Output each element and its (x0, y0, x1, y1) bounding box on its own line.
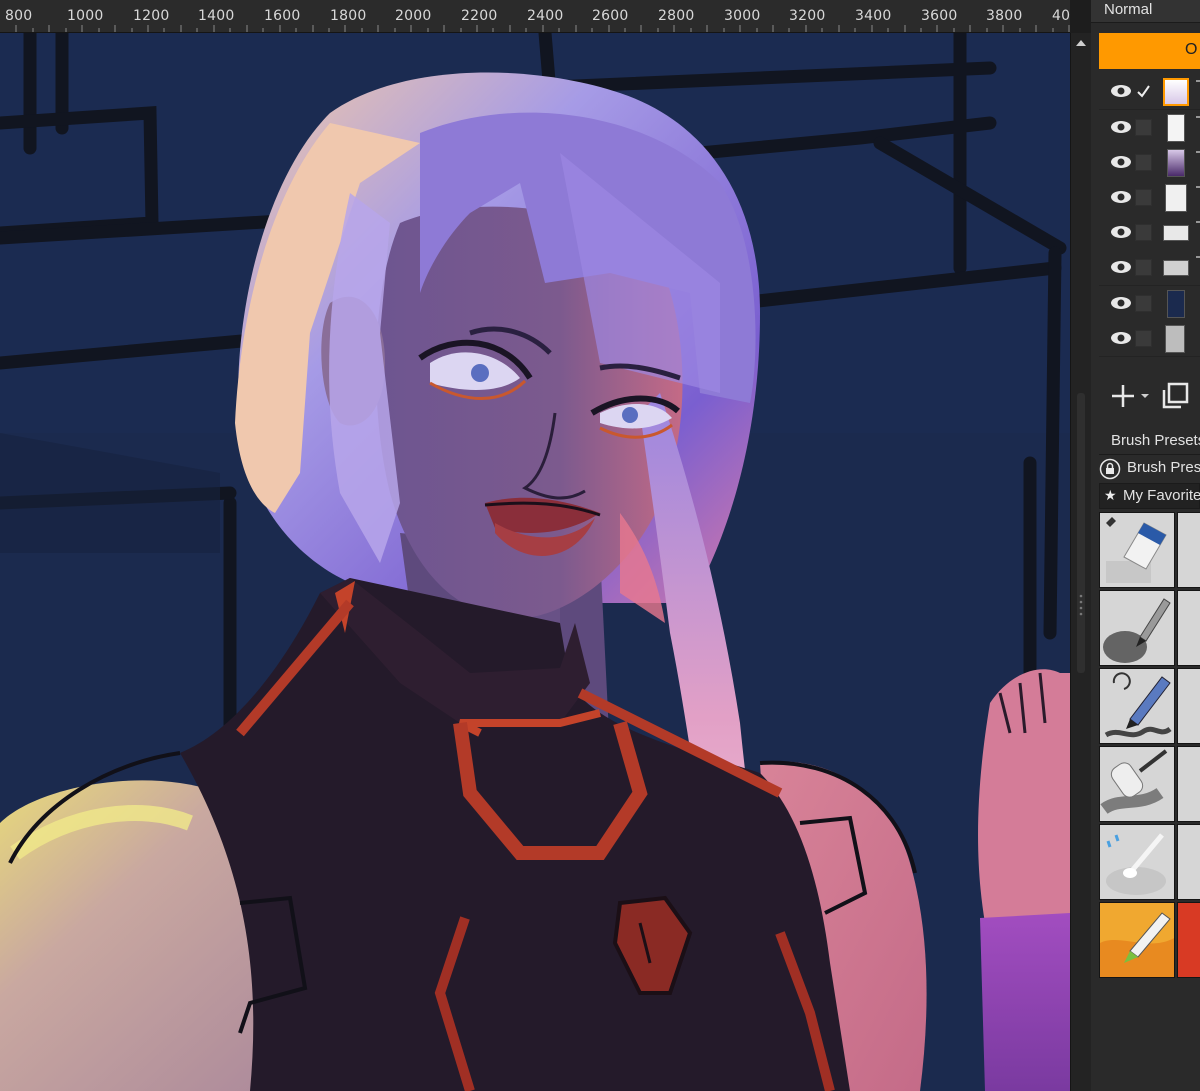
scroll-up-icon[interactable] (1074, 37, 1088, 49)
layer-checkbox[interactable] (1135, 154, 1152, 171)
brush-tile-partial[interactable] (1177, 590, 1200, 666)
favorites-label: My Favorite (1123, 487, 1200, 504)
ruler-label: 1200 (133, 8, 170, 24)
check-icon (1137, 85, 1150, 98)
ruler-label: 3600 (921, 8, 958, 24)
layer-row[interactable] (1099, 286, 1200, 322)
layer-checkbox[interactable] (1135, 189, 1152, 206)
layer-checkbox[interactable] (1135, 224, 1152, 241)
brush-set-name: Brush Pres (1127, 459, 1200, 476)
lock-icon (1099, 458, 1121, 480)
layer-row[interactable] (1099, 74, 1200, 110)
blend-mode-value: Normal (1104, 1, 1153, 18)
eye-icon[interactable] (1110, 331, 1132, 345)
layer-checkbox[interactable] (1135, 330, 1152, 347)
brush-tile-partial[interactable] (1177, 746, 1200, 822)
horizontal-ruler: 800 1000 1200 1400 1600 1800 2000 2200 2… (0, 0, 1070, 33)
eye-icon[interactable] (1110, 84, 1132, 98)
star-icon: ★ (1104, 487, 1117, 503)
blender-icon (1106, 833, 1166, 895)
brush-presets-title: Brush Presets (1111, 432, 1200, 449)
eye-icon[interactable] (1110, 260, 1132, 274)
highlighter-brush[interactable] (1099, 902, 1175, 978)
opacity-label: O (1185, 41, 1198, 58)
pen-brush[interactable] (1099, 590, 1175, 666)
blend-mode-select[interactable]: Normal (1091, 0, 1200, 23)
layer-checkbox[interactable] (1135, 259, 1152, 276)
ruler-label: 2200 (461, 8, 498, 24)
eraser-icon (1106, 517, 1167, 583)
layer-tools (1099, 374, 1200, 418)
roller-brush[interactable] (1099, 746, 1175, 822)
brush-tile-partial[interactable] (1177, 902, 1200, 978)
ruler-label: 4000 (1052, 8, 1070, 24)
ruler-label: 1600 (264, 8, 301, 24)
ruler-label: 1000 (67, 8, 104, 24)
drawing-canvas[interactable] (0, 33, 1070, 1091)
ruler-label: 3400 (855, 8, 892, 24)
brush-presets-tab[interactable]: Brush Presets (1099, 428, 1200, 455)
layer-row[interactable] (1099, 250, 1200, 286)
panel-resize-grip[interactable] (1079, 593, 1083, 619)
layer-link-icon (1196, 256, 1200, 258)
pen-icon (1103, 598, 1171, 663)
opacity-slider[interactable]: O (1099, 33, 1200, 69)
layer-link-icon (1196, 80, 1200, 82)
layer-thumbnail (1167, 114, 1185, 142)
layer-thumbnail (1165, 325, 1185, 353)
eye-icon[interactable] (1110, 155, 1132, 169)
highlighter-icon (1100, 912, 1174, 977)
layer-thumbnail (1167, 290, 1185, 318)
ruler-label: 2400 (527, 8, 564, 24)
layer-row[interactable] (1099, 110, 1200, 146)
ruler-label: 800 (5, 8, 33, 24)
brush-set-selector[interactable]: Brush Pres (1099, 456, 1200, 480)
ruler-label: 3800 (986, 8, 1023, 24)
duplicate-layer-icon[interactable] (1161, 382, 1189, 410)
layer-row[interactable] (1099, 180, 1200, 216)
add-layer-icon[interactable] (1111, 383, 1151, 409)
layer-thumbnail (1163, 78, 1189, 106)
eye-icon[interactable] (1110, 120, 1132, 134)
ruler-label: 1400 (198, 8, 235, 24)
layer-thumbnail (1167, 149, 1185, 177)
eye-icon[interactable] (1110, 190, 1132, 204)
layer-link-icon (1196, 151, 1200, 153)
ruler-label: 3200 (789, 8, 826, 24)
scrollbar-thumb[interactable] (1077, 393, 1085, 673)
eye-icon[interactable] (1110, 296, 1132, 310)
layer-link-icon (1196, 186, 1200, 188)
marker-brush[interactable] (1099, 668, 1175, 744)
eye-icon[interactable] (1110, 225, 1132, 239)
brush-tile-partial[interactable] (1177, 824, 1200, 900)
layer-thumbnail (1163, 260, 1189, 276)
ruler-label: 2600 (592, 8, 629, 24)
portrait-illustration (0, 33, 1070, 1091)
layer-row[interactable] (1099, 145, 1200, 181)
ruler-label: 1800 (330, 8, 367, 24)
ruler-label: 2000 (395, 8, 432, 24)
cotton-blender-brush[interactable] (1099, 824, 1175, 900)
layer-link-icon (1196, 116, 1200, 118)
layer-checkbox[interactable] (1135, 295, 1152, 312)
ruler-label: 2800 (658, 8, 695, 24)
brush-tile-partial[interactable] (1177, 668, 1200, 744)
roller-icon (1100, 749, 1168, 815)
marker-icon (1104, 672, 1172, 738)
layer-thumbnail (1163, 225, 1189, 241)
favorites-dropdown[interactable]: ★ My Favorite (1099, 483, 1200, 509)
layer-checkbox[interactable] (1135, 83, 1152, 100)
vertical-scrollbar[interactable] (1070, 33, 1091, 1091)
layer-row[interactable] (1099, 321, 1200, 357)
layer-row[interactable] (1099, 215, 1200, 251)
layers-and-brushes-panel: Normal O Brush Presets Brush Pres ★ My F… (1091, 0, 1200, 1091)
layer-checkbox[interactable] (1135, 119, 1152, 136)
eraser-brush[interactable] (1099, 512, 1175, 588)
brush-tile-partial[interactable] (1177, 512, 1200, 588)
ruler-label: 3000 (724, 8, 761, 24)
layer-link-icon (1196, 221, 1200, 223)
layer-thumbnail (1165, 184, 1187, 212)
